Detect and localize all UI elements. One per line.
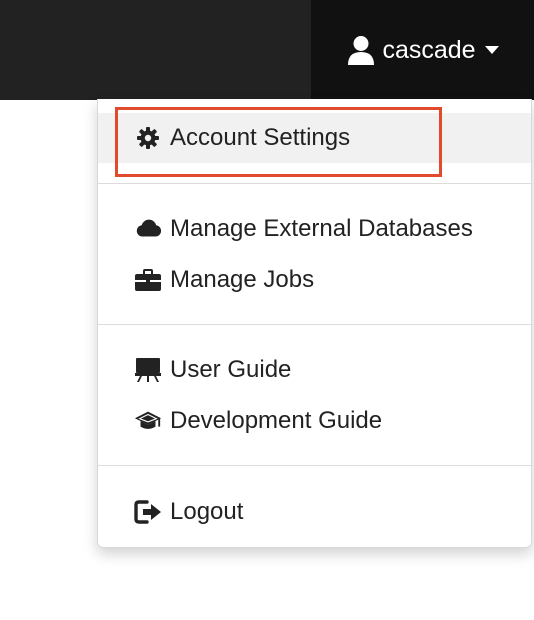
menu-item-logout[interactable]: Logout bbox=[98, 487, 531, 537]
menu-divider bbox=[98, 465, 531, 466]
user-icon bbox=[346, 35, 376, 65]
user-dropdown-menu: Account Settings Manage External Databas… bbox=[97, 99, 532, 548]
caret-down-icon bbox=[484, 46, 499, 54]
cloud-icon bbox=[134, 218, 162, 240]
briefcase-icon bbox=[134, 268, 162, 292]
menu-item-label: Manage Jobs bbox=[170, 266, 315, 293]
menu-divider bbox=[98, 183, 531, 184]
menu-item-label: Manage External Databases bbox=[170, 215, 473, 242]
menu-item-manage-external-databases[interactable]: Manage External Databases bbox=[98, 204, 531, 254]
username-label: cascade bbox=[382, 35, 476, 64]
menu-item-label: Logout bbox=[170, 498, 244, 525]
gear-icon bbox=[134, 126, 162, 150]
menu-item-user-guide[interactable]: User Guide bbox=[98, 345, 531, 395]
menu-item-manage-jobs[interactable]: Manage Jobs bbox=[98, 255, 531, 305]
top-navbar: cascade bbox=[0, 0, 534, 100]
presentation-icon bbox=[134, 357, 162, 383]
user-menu-toggle[interactable]: cascade bbox=[311, 0, 534, 100]
menu-item-label: User Guide bbox=[170, 356, 292, 383]
menu-item-label: Development Guide bbox=[170, 407, 383, 434]
graduation-cap-icon bbox=[134, 409, 162, 433]
menu-divider bbox=[98, 324, 531, 325]
menu-item-development-guide[interactable]: Development Guide bbox=[98, 396, 531, 446]
menu-item-label: Account Settings bbox=[170, 124, 351, 151]
menu-item-account-settings[interactable]: Account Settings bbox=[98, 113, 531, 163]
sign-out-icon bbox=[134, 500, 162, 524]
